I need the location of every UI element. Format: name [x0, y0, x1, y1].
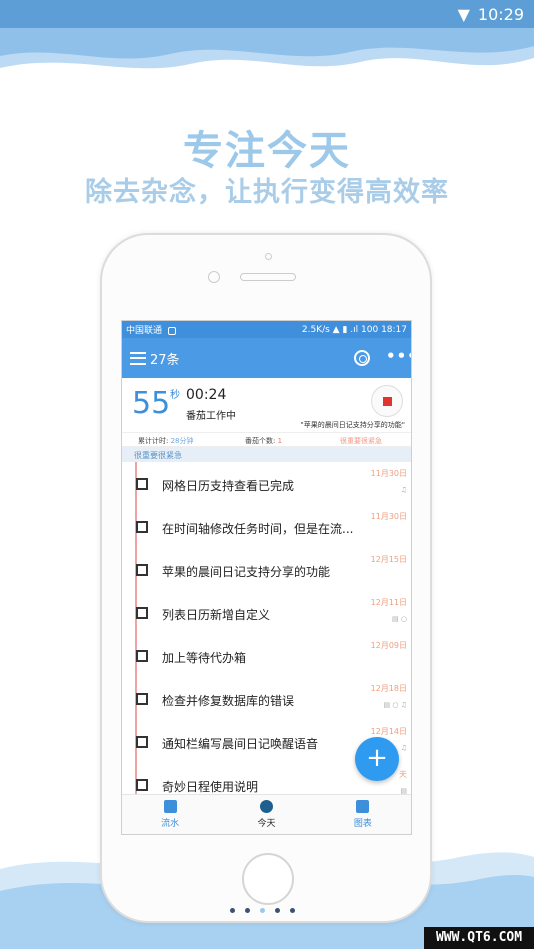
focus-target-icon[interactable]	[354, 350, 370, 366]
task-row[interactable]: 加上等待代办箱 12月09日	[122, 634, 411, 677]
priority-label: 很重要很紧急	[340, 437, 382, 445]
seconds-unit: 秒	[170, 390, 180, 401]
task-date: 11月30日	[370, 469, 407, 478]
task-checkbox[interactable]	[136, 693, 148, 705]
network-speed: 2.5K/s	[301, 324, 330, 335]
task-checkbox[interactable]	[136, 478, 148, 490]
task-date: 12月11日	[370, 598, 407, 607]
app-screen: 中国联通 2.5K/s ▲ ▮ .ıl 100 18:17 27条 ••• 55…	[121, 320, 412, 835]
app-toolbar: 27条 •••	[122, 338, 411, 378]
page-dot-active[interactable]	[260, 908, 265, 913]
pomodoro-panel: 55 秒 00:24 番茄工作中 "苹果的晨间日记支持分享的功能"	[122, 378, 411, 433]
pomodoro-count-value: 1	[277, 437, 283, 445]
nav-tab-1[interactable]: 今天	[218, 795, 314, 834]
nav-tab-0[interactable]: 流水	[122, 795, 218, 834]
carrier-label: 中国联通	[126, 326, 163, 336]
battery-level: 100	[361, 324, 379, 335]
current-task-quote: "苹果的晨间日记支持分享的功能"	[300, 421, 405, 429]
device-clock: 10:29	[477, 4, 524, 24]
total-time-label: 累计计时:	[138, 437, 169, 445]
device-status-bar: ▼ 10:29	[0, 0, 534, 28]
chart-icon	[356, 800, 370, 813]
page-dot[interactable]	[275, 908, 280, 913]
wifi-icon: ▼	[457, 4, 470, 24]
pomodoro-stats: 累计计时: 28分钟 番茄个数: 1 很重要很紧急	[122, 433, 411, 447]
stop-button[interactable]	[371, 385, 403, 417]
top-wave-decoration	[0, 28, 534, 69]
list-icon	[163, 800, 177, 813]
promo-headline: 专注今天	[183, 128, 351, 174]
task-date: 11月30日	[370, 512, 407, 521]
star-icon	[259, 800, 273, 813]
nav-tab-2[interactable]: 图表	[315, 795, 411, 834]
group-header: 很重要很紧急	[122, 447, 411, 462]
task-checkbox[interactable]	[136, 779, 148, 791]
page-indicator	[230, 908, 295, 913]
phone-sensor	[265, 253, 272, 260]
task-title: 通知栏编写晨间日记唤醒语音	[162, 737, 319, 751]
task-checkbox[interactable]	[136, 564, 148, 576]
task-title: 网格日历支持查看已完成	[162, 479, 295, 493]
task-row[interactable]: 苹果的晨间日记支持分享的功能 12月15日	[122, 548, 411, 591]
menu-icon[interactable]	[130, 351, 146, 365]
task-title: 在时间轴修改任务时间，但是在流...	[162, 522, 354, 536]
task-checkbox[interactable]	[136, 607, 148, 619]
task-date: 12月18日	[370, 684, 407, 693]
page-dot[interactable]	[230, 908, 235, 913]
more-options-icon[interactable]: •••	[386, 347, 411, 365]
task-title: 奇妙日程使用说明	[162, 780, 259, 794]
task-row[interactable]: 在时间轴修改任务时间，但是在流... 11月30日	[122, 505, 411, 548]
total-time-value: 28分钟	[170, 437, 194, 445]
nav-tab-label: 今天	[257, 819, 276, 829]
app-status-bar: 中国联通 2.5K/s ▲ ▮ .ıl 100 18:17	[122, 321, 411, 338]
nav-tab-label: 流水	[161, 819, 180, 829]
task-meta-icons: ♫	[400, 486, 407, 494]
task-title: 列表日历新增自定义	[162, 608, 271, 622]
pomodoro-count-label: 番茄个数:	[245, 437, 276, 445]
app-clock: 18:17	[381, 324, 407, 335]
page-dot[interactable]	[245, 908, 250, 913]
phone-speaker	[240, 273, 296, 281]
task-date: 12月15日	[370, 555, 407, 564]
task-count: 27条	[150, 352, 180, 368]
task-meta-icons: ▤ ○ ♫	[383, 701, 407, 709]
task-row[interactable]: 列表日历新增自定义 12月11日 ▤ ○	[122, 591, 411, 634]
pomodoro-status: 番茄工作中	[186, 411, 236, 422]
task-date: 12月09日	[370, 641, 407, 650]
task-date: 12月14日	[370, 727, 407, 736]
task-meta-icons: ♫	[400, 744, 407, 752]
task-checkbox[interactable]	[136, 650, 148, 662]
task-checkbox[interactable]	[136, 736, 148, 748]
phone-camera	[208, 271, 220, 283]
promo-subline: 除去杂念，让执行变得高效率	[85, 177, 449, 208]
page-dot[interactable]	[290, 908, 295, 913]
task-meta-icons: ▤ ○	[392, 615, 407, 623]
task-title: 检查并修复数据库的错误	[162, 694, 295, 708]
task-date: 天	[399, 770, 407, 779]
pomodoro-clock: 00:24	[186, 387, 227, 403]
add-task-button[interactable]: +	[355, 737, 399, 781]
bottom-navigation: 流水 今天 图表	[122, 794, 411, 834]
site-watermark: WWW.QT6.COM	[424, 927, 534, 949]
nav-tab-label: 图表	[353, 819, 372, 829]
task-title: 苹果的晨间日记支持分享的功能	[162, 565, 331, 579]
pomodoro-seconds: 55	[132, 386, 171, 421]
phone-home-button	[242, 853, 294, 905]
task-checkbox[interactable]	[136, 521, 148, 533]
notification-icon	[167, 326, 176, 335]
task-row[interactable]: 网格日历支持查看已完成 11月30日 ♫	[122, 462, 411, 505]
signal-icon: ▲ ▮ .ıl	[332, 324, 361, 335]
task-title: 加上等待代办箱	[162, 651, 247, 665]
task-row[interactable]: 检查并修复数据库的错误 12月18日 ▤ ○ ♫	[122, 677, 411, 720]
